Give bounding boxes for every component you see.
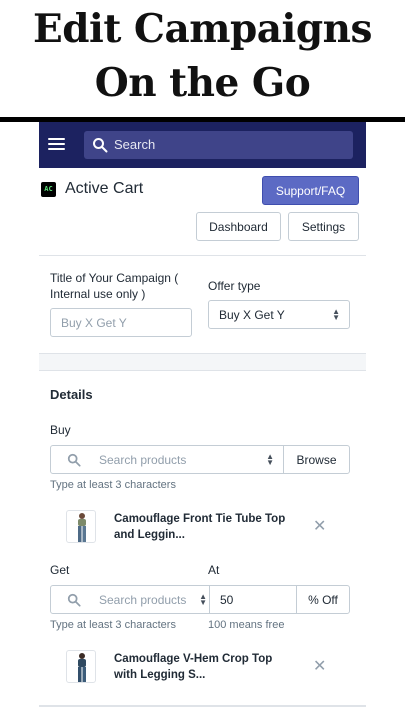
offer-type-select[interactable]: Buy X Get Y ▲ ▼ [208, 300, 350, 329]
at-label: At [208, 563, 220, 577]
buy-product-name: Camouflage Front Tie Tube Top and Leggin… [114, 511, 285, 543]
remove-product-icon[interactable]: ✕ [313, 516, 326, 536]
offer-type-label: Offer type [208, 279, 261, 293]
campaign-title-placeholder: Buy X Get Y [61, 316, 127, 330]
app-title: Active Cart [65, 180, 144, 197]
hamburger-icon[interactable] [48, 137, 65, 152]
headline-line-2: On the Go [94, 60, 311, 106]
search-icon [67, 593, 81, 607]
select-arrows-icon: ▲ ▼ [199, 592, 207, 607]
product-thumbnail [66, 510, 96, 543]
get-product-name-line-1: Camouflage V-Hem Crop Top [114, 653, 273, 665]
product-image-1 [78, 513, 86, 542]
select-arrows-icon: ▲ ▼ [332, 307, 340, 322]
select-arrows-icon: ▲ ▼ [266, 452, 274, 467]
support-faq-button[interactable]: Support/FAQ [262, 176, 359, 205]
at-hint: 100 means free [208, 619, 285, 631]
get-search-placeholder: Search products [99, 593, 187, 607]
details-heading: Details [50, 387, 93, 402]
browse-button[interactable]: Browse [283, 445, 350, 474]
settings-button[interactable]: Settings [288, 212, 359, 241]
remove-product-icon[interactable]: ✕ [313, 656, 326, 676]
campaign-title-label: Title of Your Campaign ( Internal use on… [50, 270, 178, 302]
product-thumbnail [66, 650, 96, 683]
headline-line-1: Edit Campaigns [33, 6, 372, 52]
promo-headline: Edit Campaigns On the Go [0, 0, 405, 116]
discount-value: 50 [220, 593, 234, 607]
app-logo: AC [41, 182, 56, 197]
top-bar: Search [39, 122, 366, 168]
offer-type-value: Buy X Get Y [219, 308, 285, 322]
product-image-2 [78, 653, 86, 682]
divider [39, 705, 366, 707]
campaign-title-label-line-1: Title of Your Campaign ( [50, 271, 179, 285]
buy-label: Buy [50, 423, 71, 437]
campaign-title-label-line-2: Internal use only ) [50, 287, 146, 301]
search-icon [93, 138, 108, 153]
get-product-name-line-2: with Legging S... [114, 669, 206, 681]
dashboard-button[interactable]: Dashboard [196, 212, 281, 241]
percent-off-button[interactable]: % Off [296, 585, 350, 614]
buy-hint: Type at least 3 characters [50, 479, 176, 491]
search-placeholder: Search [114, 137, 156, 152]
buy-search-placeholder: Search products [99, 453, 187, 467]
section-separator [39, 353, 366, 371]
search-icon [67, 453, 81, 467]
app-header: AC Active Cart Support/FAQ Dashboard Set… [39, 168, 366, 256]
campaign-title-input[interactable]: Buy X Get Y [50, 308, 192, 337]
buy-product-search[interactable]: Search products ▲ ▼ [50, 445, 284, 474]
discount-input[interactable]: 50 [209, 585, 297, 614]
buy-product-name-line-1: Camouflage Front Tie Tube Top [114, 513, 286, 525]
buy-product-name-line-2: and Leggin... [114, 529, 185, 541]
get-product-search[interactable]: Search products ▲ ▼ [50, 585, 210, 614]
get-hint: Type at least 3 characters [50, 619, 176, 631]
get-product-name: Camouflage V-Hem Crop Top with Legging S… [114, 651, 272, 683]
app-screen: Search AC Active Cart Support/FAQ Dashbo… [39, 122, 366, 720]
search-bar[interactable]: Search [84, 131, 353, 159]
get-label: Get [50, 563, 70, 577]
